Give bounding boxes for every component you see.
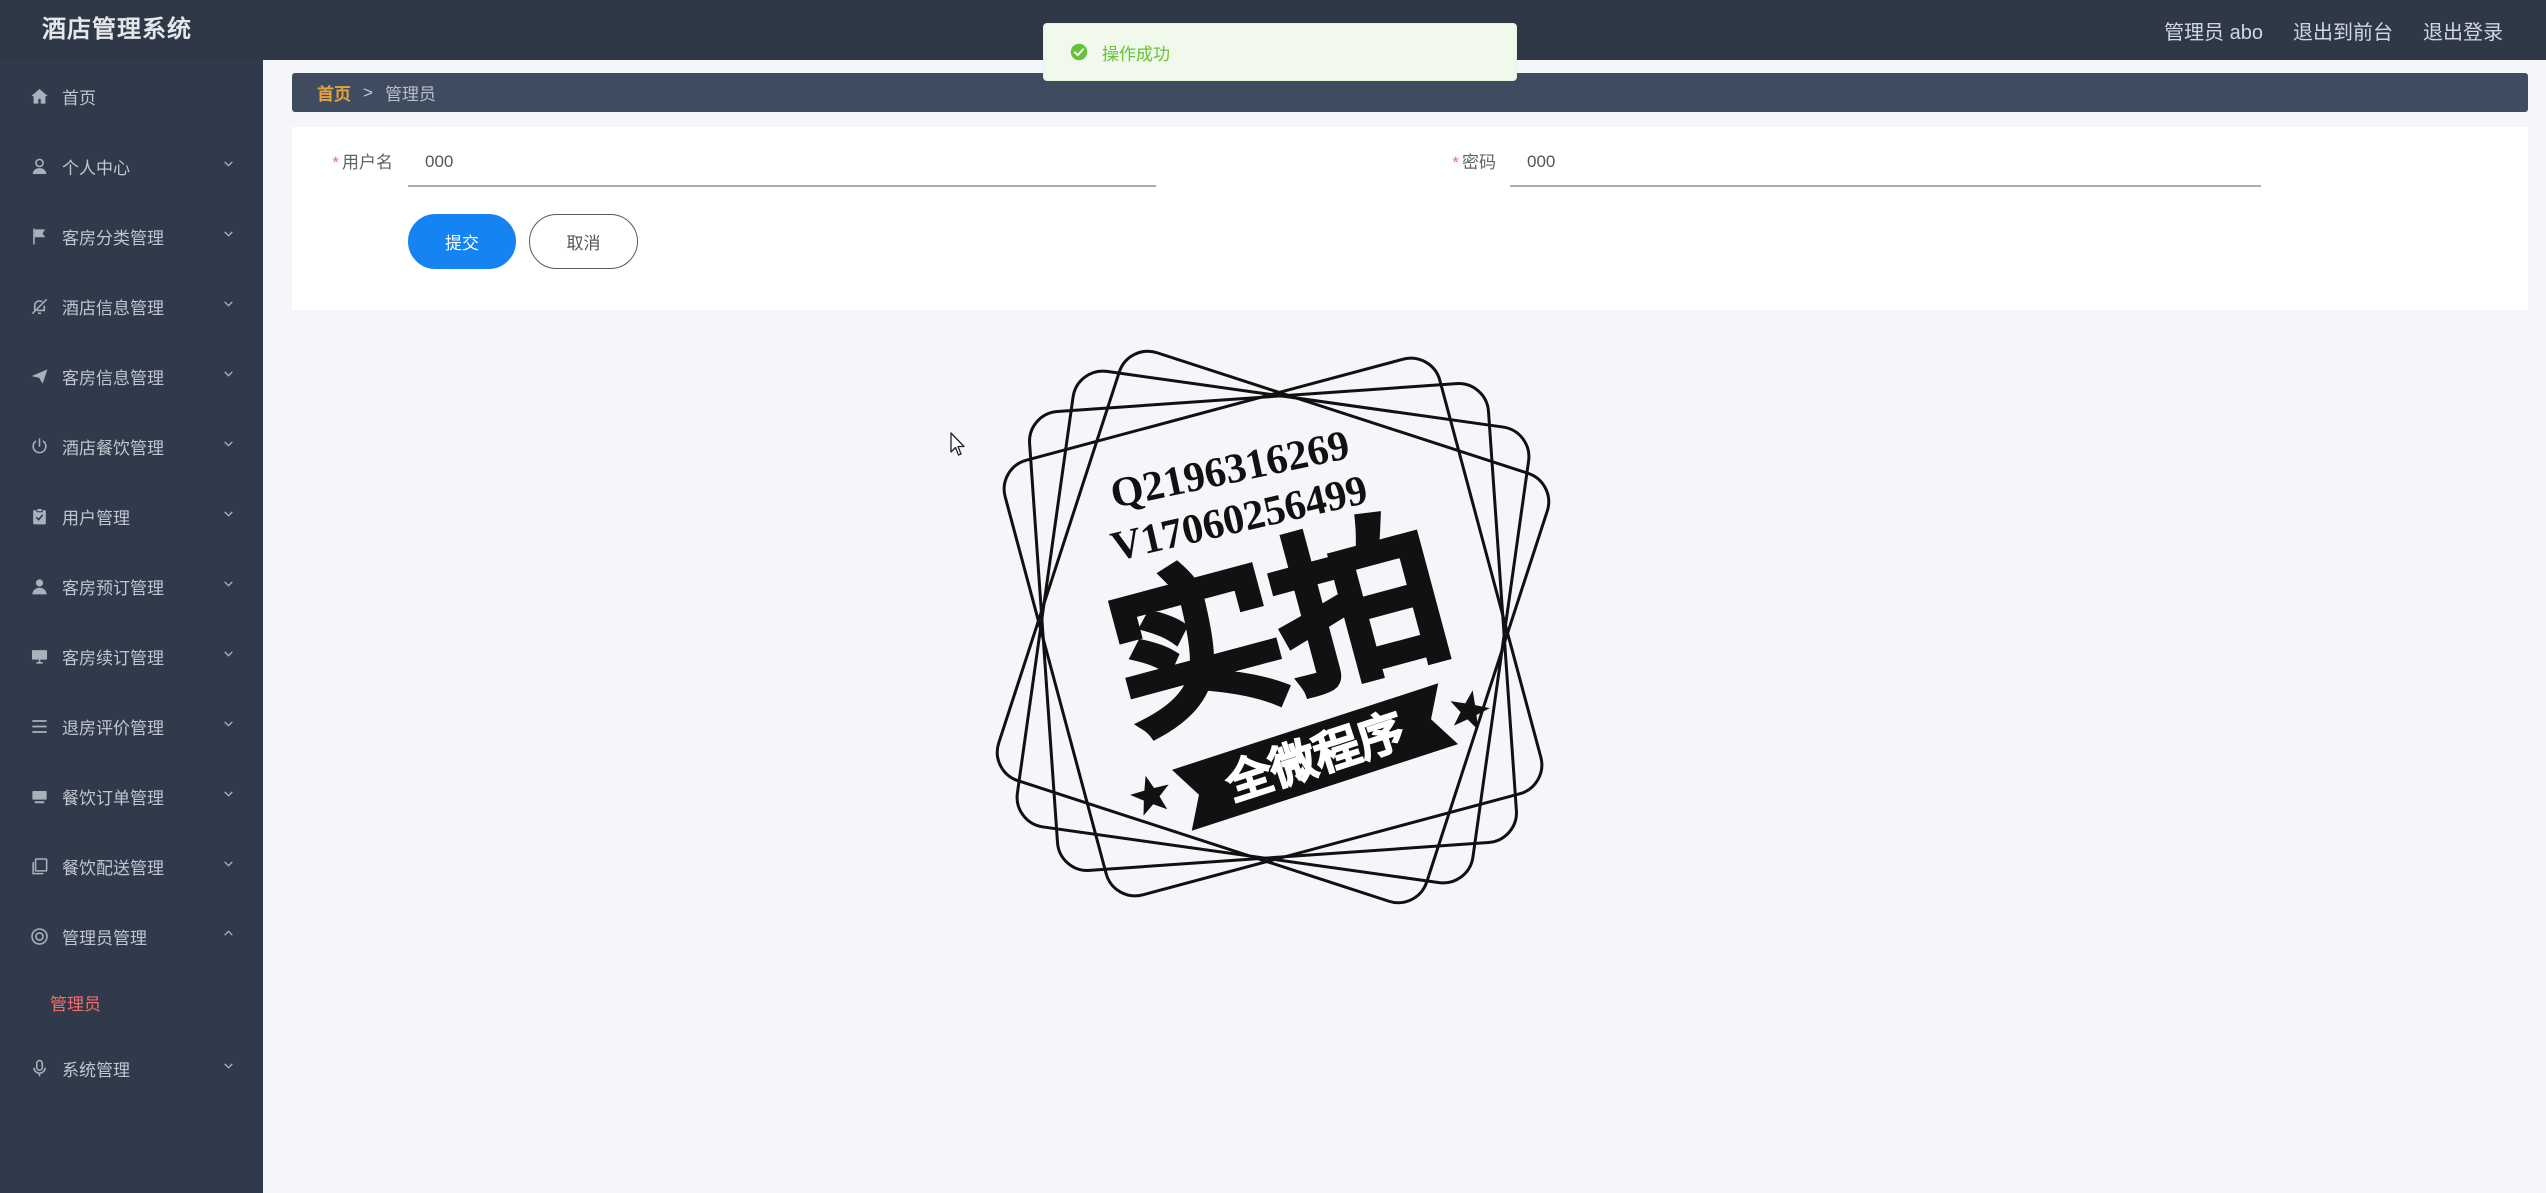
app-title: 酒店管理系统 [42, 16, 192, 43]
help-icon [30, 927, 49, 946]
sidebar-item-system[interactable]: 系统管理 [0, 1033, 263, 1103]
user-solid-icon [30, 577, 49, 596]
flag-icon [30, 227, 49, 246]
logout-link[interactable]: 退出登录 [2423, 16, 2503, 45]
sidebar-subitem-admin[interactable]: 管理员 [0, 971, 263, 1033]
star-icon [1129, 775, 1169, 816]
sidebar-item-users[interactable]: 用户管理 [0, 481, 263, 551]
sidebar: 首页 个人中心 客房分类管理 酒店信息管理 客房信息管理 酒店餐饮管理 用户管理… [0, 60, 263, 1193]
sidebar-item-room-booking[interactable]: 客房预订管理 [0, 551, 263, 621]
platform-icon [30, 787, 49, 806]
sidebar-item-personal-center[interactable]: 个人中心 [0, 131, 263, 201]
header-actions: 管理员 abo 退出到前台 退出登录 [2164, 0, 2503, 60]
chevron-down-icon [222, 297, 235, 310]
sidebar-item-hotel-info[interactable]: 酒店信息管理 [0, 271, 263, 341]
password-label-text: 密码 [1462, 153, 1496, 172]
sidebar-item-label: 客房分类管理 [62, 228, 164, 248]
sidebar-item-room-category[interactable]: 客房分类管理 [0, 201, 263, 271]
sidebar-item-checkout-review[interactable]: 退房评价管理 [0, 691, 263, 761]
sidebar-item-label: 个人中心 [62, 158, 130, 178]
star-icon [1450, 690, 1490, 730]
chevron-down-icon [222, 787, 235, 800]
required-mark: * [332, 153, 339, 172]
menu-icon [30, 717, 49, 736]
monitor-icon [30, 647, 49, 666]
cancel-button[interactable]: 取消 [529, 214, 638, 269]
chevron-down-icon [222, 367, 235, 380]
sidebar-item-admin-management[interactable]: 管理员管理 [0, 901, 263, 971]
chevron-up-icon [222, 927, 235, 940]
sidebar-submenu-admin: 管理员 [0, 971, 263, 1033]
required-mark: * [1452, 153, 1459, 172]
chevron-down-icon [222, 647, 235, 660]
breadcrumb-separator: > [363, 82, 373, 102]
sidebar-item-label: 退房评价管理 [62, 718, 164, 738]
clipboard-icon [30, 507, 49, 526]
send-icon [30, 367, 49, 386]
admin-form-card: *用户名 *密码 提交 取消 [292, 127, 2528, 310]
sidebar-item-room-info[interactable]: 客房信息管理 [0, 341, 263, 411]
exit-to-frontend-link[interactable]: 退出到前台 [2293, 16, 2393, 45]
current-user-label: 管理员 abo [2164, 21, 2263, 44]
chevron-down-icon [222, 1059, 235, 1072]
breadcrumb-home-link[interactable]: 首页 [317, 80, 351, 105]
check-circle-icon [1070, 43, 1088, 61]
microphone-icon [30, 1059, 49, 1078]
sidebar-item-label: 餐饮配送管理 [62, 858, 164, 878]
sidebar-menu: 首页 个人中心 客房分类管理 酒店信息管理 客房信息管理 酒店餐饮管理 用户管理… [0, 60, 263, 1103]
chevron-down-icon [222, 437, 235, 450]
sidebar-item-label: 餐饮订单管理 [62, 788, 164, 808]
toast-message: 操作成功 [1102, 44, 1170, 64]
sidebar-item-dining-delivery[interactable]: 餐饮配送管理 [0, 831, 263, 901]
power-icon [30, 437, 49, 456]
sidebar-item-label: 系统管理 [62, 1060, 130, 1080]
username-input[interactable] [408, 138, 1156, 187]
sidebar-item-home[interactable]: 首页 [0, 61, 263, 131]
chevron-down-icon [222, 157, 235, 170]
success-toast: 操作成功 [1043, 23, 1517, 81]
breadcrumb-current: 管理员 [384, 85, 436, 104]
watermark-stamp: Q2196316269 V17060256499 实拍 全微程序 [995, 349, 1551, 905]
sidebar-item-label: 首页 [62, 88, 96, 108]
chevron-down-icon [222, 507, 235, 520]
submit-button[interactable]: 提交 [408, 214, 516, 269]
home-icon [30, 87, 49, 106]
user-icon [30, 157, 49, 176]
sidebar-item-label: 客房信息管理 [62, 368, 164, 388]
sidebar-item-label: 管理员管理 [62, 928, 147, 948]
password-label: * 密码 [1396, 138, 1496, 187]
sidebar-item-label: 用户管理 [62, 508, 130, 528]
copy-icon [30, 857, 49, 876]
sidebar-item-label: 酒店信息管理 [62, 298, 164, 318]
chevron-down-icon [222, 577, 235, 590]
password-input[interactable] [1510, 138, 2261, 187]
sidebar-subitem-label: 管理员 [50, 994, 101, 1014]
chevron-down-icon [222, 857, 235, 870]
sidebar-item-label: 客房续订管理 [62, 648, 164, 668]
sidebar-item-label: 酒店餐饮管理 [62, 438, 164, 458]
sidebar-item-dining-orders[interactable]: 餐饮订单管理 [0, 761, 263, 831]
sidebar-item-room-renewal[interactable]: 客房续订管理 [0, 621, 263, 691]
bell-off-icon [30, 297, 49, 316]
sidebar-item-hotel-dining[interactable]: 酒店餐饮管理 [0, 411, 263, 481]
sidebar-item-label: 客房预订管理 [62, 578, 164, 598]
username-label: * 用户名 [292, 138, 393, 187]
username-label-text: 用户名 [342, 153, 393, 172]
chevron-down-icon [222, 227, 235, 240]
mouse-cursor-icon [950, 432, 965, 456]
chevron-down-icon [222, 717, 235, 730]
